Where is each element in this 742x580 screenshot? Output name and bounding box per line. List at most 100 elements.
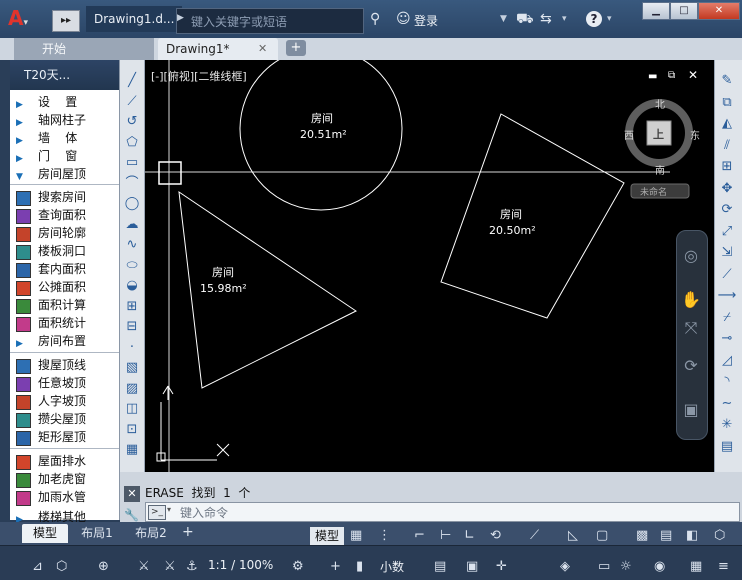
rectangle-icon[interactable]: ▭ — [123, 154, 141, 172]
join-icon[interactable]: ⊸ — [717, 330, 737, 348]
palette-item[interactable]: 套内面积 — [10, 260, 119, 278]
performance-icon[interactable]: ☼ — [620, 558, 632, 576]
palette-item[interactable]: ▶ 门 窗 — [10, 147, 119, 165]
snap-icon[interactable]: ⋮ — [378, 527, 391, 545]
point-icon[interactable]: · — [123, 339, 141, 357]
tab-model[interactable]: 模型 — [22, 524, 68, 543]
annotation-visibility-icon[interactable]: ⚔ — [138, 558, 150, 576]
showmotion-icon[interactable]: ▣ — [681, 400, 701, 420]
palette-item[interactable]: 面积计算 — [10, 296, 119, 314]
table-icon[interactable]: ⊡ — [123, 421, 141, 439]
stretch-icon[interactable]: ⇲ — [717, 244, 737, 262]
palette-item[interactable]: 房间轮廓 — [10, 224, 119, 242]
quick-properties-icon[interactable]: ▤ — [434, 558, 446, 576]
palette-item[interactable]: ▶ 墙 体 — [10, 129, 119, 147]
menu-icon[interactable]: ≡ — [718, 558, 729, 576]
units-selector[interactable]: 小数 — [380, 558, 404, 575]
lock-ui-icon[interactable]: ▣ — [466, 558, 478, 576]
wrench-icon[interactable]: 🔧 — [124, 508, 139, 522]
dynamic-input-icon[interactable]: ⊢ — [440, 527, 451, 545]
isodraft-icon[interactable]: ⟋ — [530, 527, 539, 545]
palette-item[interactable]: ▶ 设 置 — [10, 93, 119, 111]
maximize-button[interactable]: □ — [670, 2, 698, 20]
circle-icon[interactable]: ◯ — [123, 195, 141, 213]
blend-icon[interactable]: ∼ — [717, 395, 737, 413]
tab-layout2[interactable]: 布局2 — [126, 524, 176, 543]
polar-icon[interactable]: ⟲ — [490, 527, 501, 545]
login-button[interactable]: 登录 — [414, 12, 438, 29]
steering-wheel-icon[interactable]: ◎ — [681, 246, 701, 266]
annotation-monitor-icon[interactable]: ⊿ — [32, 558, 43, 576]
gizmo-icon[interactable]: ⬡ — [714, 527, 725, 545]
quick-access-toggle[interactable]: ▸▸ — [52, 10, 80, 32]
viewport-restore-icon[interactable]: ⧉ — [668, 70, 675, 81]
osnap-icon[interactable]: ◺ — [568, 527, 578, 545]
trim-icon[interactable]: ⟋ — [717, 266, 737, 284]
binoculars-icon[interactable]: ⚲ — [370, 11, 380, 27]
object-track-icon[interactable]: ▢ — [596, 527, 608, 545]
units-3d-icon[interactable]: ⬡ — [56, 558, 67, 576]
break-icon[interactable]: ⌿ — [717, 309, 737, 327]
square-room[interactable] — [440, 113, 625, 319]
command-input[interactable] — [145, 502, 740, 522]
annotation-scale-value[interactable]: 1:1 / 100% — [208, 558, 273, 572]
clean-screen-icon[interactable]: ▭ — [598, 558, 610, 576]
chevron-down-icon[interactable]: ▾ — [562, 14, 567, 24]
pipe-icon[interactable]: ▮ — [356, 558, 363, 576]
auto-scale-icon[interactable]: ⚔ — [164, 558, 176, 576]
palette-item[interactable]: 人字坡顶 — [10, 392, 119, 410]
spline-icon[interactable]: ∿ — [123, 236, 141, 254]
help-icon[interactable]: ? — [586, 11, 602, 27]
polyline-icon[interactable]: ⟋ — [123, 93, 141, 111]
arc-icon[interactable]: ↺ — [123, 113, 141, 131]
palette-item[interactable]: 面积统计 — [10, 314, 119, 332]
palette-item[interactable]: 搜屋顶线 — [10, 356, 119, 374]
array-icon[interactable]: ⊞ — [717, 158, 737, 176]
palette-item[interactable]: 公摊面积 — [10, 278, 119, 296]
palette-title[interactable]: T20天... — [10, 60, 119, 90]
palette-item[interactable]: 攒尖屋顶 — [10, 410, 119, 428]
line-icon[interactable]: ╱ — [123, 72, 141, 90]
model-space-button[interactable]: 模型 — [310, 527, 344, 545]
palette-item[interactable]: 屋面排水 — [10, 452, 119, 470]
mtext-icon[interactable]: ▦ — [123, 441, 141, 459]
grid-icon[interactable]: ▦ — [350, 527, 362, 545]
layer-icon[interactable]: ▤ — [717, 438, 737, 456]
annotation-scale-icon[interactable]: ⚓ — [186, 558, 198, 576]
make-block-icon[interactable]: ⊟ — [123, 318, 141, 336]
chevron-down-icon[interactable]: ▾ — [167, 505, 171, 514]
cloud-icon[interactable]: ☁ — [123, 216, 141, 234]
customize-icon[interactable]: ◉ — [654, 558, 665, 576]
palette-item[interactable]: 加雨水管 — [10, 488, 119, 506]
palette-item[interactable]: 楼板洞口 — [10, 242, 119, 260]
chevron-down-icon[interactable]: ▼ — [500, 14, 507, 24]
minimize-button[interactable]: ▁ — [642, 2, 670, 20]
viewport-minimize-icon[interactable]: ▬ — [648, 71, 657, 82]
ortho-icon[interactable]: ∟ — [464, 527, 475, 545]
viewport-controls[interactable]: [-][俯视][二维线框] — [151, 68, 247, 84]
polygon-icon[interactable]: ⬠ — [123, 134, 141, 152]
hardware-accel-icon[interactable]: ◈ — [560, 558, 570, 576]
palette-item[interactable]: 搜索房间 — [10, 188, 119, 206]
chevron-down-icon[interactable]: ▾ — [607, 14, 612, 24]
chamfer-icon[interactable]: ◿ — [717, 352, 737, 370]
app-menu-button[interactable]: A▾ — [8, 6, 48, 32]
transparency-icon[interactable]: ▩ — [636, 527, 648, 545]
insert-block-icon[interactable]: ⊞ — [123, 298, 141, 316]
exchange-icon[interactable]: ⇆ — [540, 11, 552, 27]
palette-item[interactable]: ▶ 房间布置 — [10, 332, 119, 350]
copy-icon[interactable]: ⧉ — [717, 94, 737, 112]
command-prompt-icon[interactable]: >_ — [148, 505, 166, 520]
user-icon[interactable]: ☺ — [396, 11, 411, 27]
infer-icon[interactable]: ⌐ — [414, 527, 425, 545]
offset-icon[interactable]: ⫽ — [717, 137, 737, 155]
close-command-icon[interactable]: ✕ — [124, 486, 140, 502]
add-layout-button[interactable]: + — [182, 524, 194, 540]
fullscreen-icon[interactable]: ▦ — [690, 558, 702, 576]
fillet-icon[interactable]: ◝ — [717, 373, 737, 391]
rotate-icon[interactable]: ⟳ — [717, 201, 737, 219]
hatch-icon[interactable]: ▧ — [123, 359, 141, 377]
region-icon[interactable]: ◫ — [123, 400, 141, 418]
tab-start[interactable]: 开始 — [14, 38, 154, 60]
new-tab-button[interactable]: + — [286, 40, 306, 56]
